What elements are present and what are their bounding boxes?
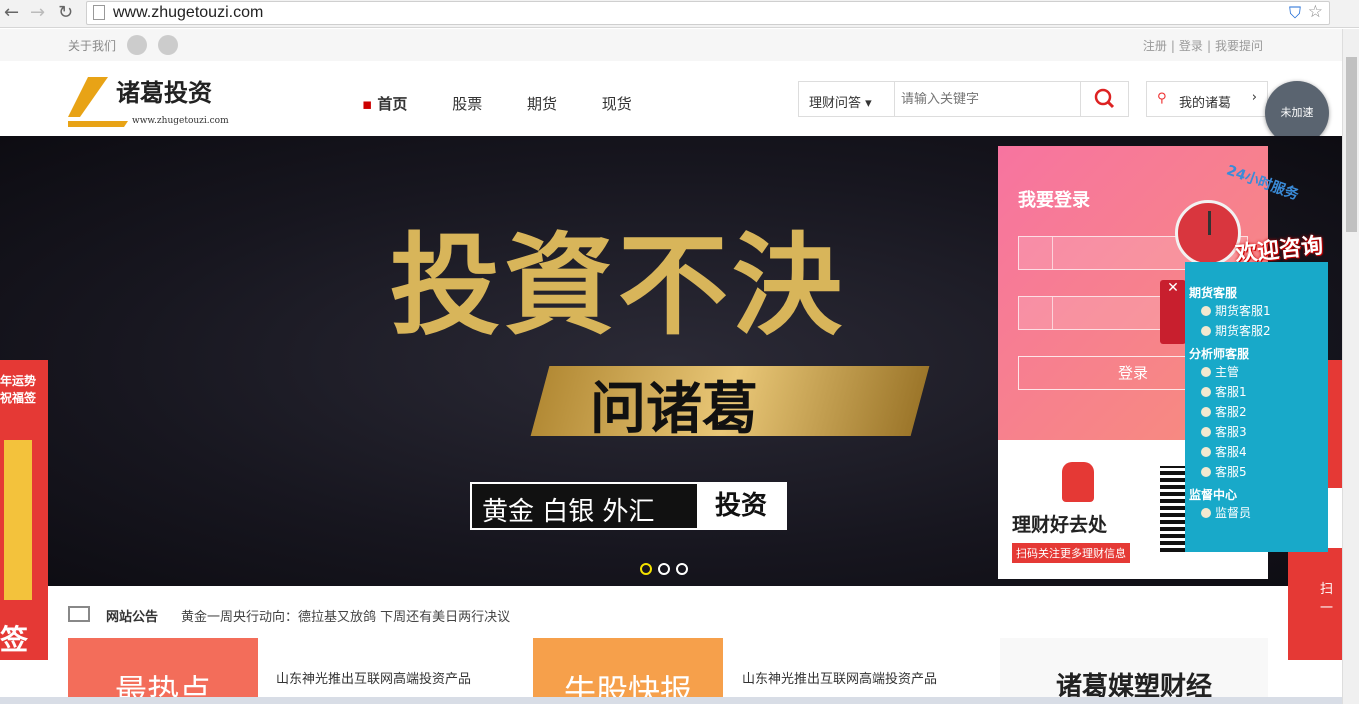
banner-tag-box: 黄金 白银 外汇 投资 (470, 482, 787, 530)
service-item[interactable]: 客服1 (1185, 382, 1328, 402)
site-logo[interactable]: 诸葛投资 www.zhugetouzi.com (68, 69, 233, 127)
site-topbar: 关于我们 注册 | 登录 | 我要提问 (0, 29, 1342, 61)
stock-news-card[interactable]: 牛股快报 (533, 638, 723, 710)
banner-tag-highlight: 投资 (697, 484, 785, 528)
baidu-close-icon[interactable]: ✕ (1160, 280, 1186, 344)
forward-icon[interactable]: → (30, 2, 45, 23)
nav-spot[interactable]: 现货 (602, 95, 632, 113)
qr-title: 理财好去处 (1012, 514, 1108, 536)
service-item[interactable]: 期货客服2 (1185, 321, 1328, 341)
login-title: 我要登录 (1018, 190, 1090, 211)
left-ad-line2: 祝福签 (0, 391, 37, 405)
left-ad-bottom: 签 (0, 623, 29, 656)
service-group-title: 期货客服 (1189, 286, 1238, 300)
service-item[interactable]: 主管 (1185, 362, 1328, 382)
user-icon (1019, 237, 1053, 269)
person-icon (1201, 367, 1211, 377)
person-icon (1201, 326, 1211, 336)
my-account-label: 我的诸葛 (1179, 96, 1232, 111)
account-links: 注册 | 登录 | 我要提问 (1142, 39, 1263, 53)
service-item[interactable]: 期货客服1 (1185, 301, 1328, 321)
notice-label: 网站公告 (106, 610, 159, 625)
left-ad-line1: 年运势 (0, 374, 37, 388)
person-icon (1201, 407, 1211, 417)
taskbar (0, 697, 1342, 704)
search-box: 理财问答 ▾ (798, 81, 1129, 117)
customer-service-panel: 期货客服 期货客服1 期货客服2 分析师客服 主管 客服1 客服2 客服3 客服… (1185, 262, 1328, 552)
nav-home[interactable]: ▪ 首页 (362, 95, 407, 113)
page-icon (93, 5, 105, 20)
service-item[interactable]: 客服2 (1185, 402, 1328, 422)
right-ad-text: 扫一 (1320, 582, 1334, 616)
service-group-title: 分析师客服 (1189, 347, 1250, 361)
reload-icon[interactable]: ↻ (58, 2, 73, 23)
person-icon (1201, 467, 1211, 477)
site-header: 诸葛投资 www.zhugetouzi.com ▪ 首页 股票 期货 现货 理财… (0, 61, 1342, 136)
svg-text:诸葛投资: 诸葛投资 (116, 78, 212, 107)
person-icon (1201, 306, 1211, 316)
stock-news-link[interactable]: 山东神光推出互联网高端投资产品 (742, 668, 937, 687)
person-icon (1201, 447, 1211, 457)
left-float-ad[interactable]: 年运势 祝福签 签 (0, 360, 48, 660)
service-item[interactable]: 监督员 (1185, 503, 1328, 523)
banner-tags: 黄金 白银 外汇 (482, 497, 655, 527)
chevron-right-icon: › (1251, 90, 1257, 105)
person-icon (1201, 427, 1211, 437)
clock-icon (1175, 200, 1241, 266)
user-icon: ⚲ (1157, 91, 1167, 106)
service-item[interactable]: 客服4 (1185, 442, 1328, 462)
person-icon (1201, 387, 1211, 397)
about-link[interactable]: 关于我们 (68, 37, 116, 54)
person-icon (1201, 508, 1211, 518)
nav-stocks[interactable]: 股票 (452, 95, 482, 113)
newspaper-icon (68, 606, 90, 622)
url-text: www.zhugetouzi.com (113, 4, 264, 21)
scrollbar[interactable] (1342, 29, 1359, 704)
carousel-dot[interactable] (658, 563, 670, 575)
mascot-icon (1062, 462, 1094, 502)
banner-headline: 投資不決 (390, 221, 846, 350)
back-icon[interactable]: ← (4, 2, 19, 23)
carousel-dots (640, 560, 694, 579)
lock-icon (1019, 297, 1053, 329)
search-button[interactable] (1080, 82, 1128, 116)
shield-icon[interactable]: ⛉ (1289, 3, 1301, 23)
notice-text[interactable]: 黄金一周央行动向：德拉基又放鸽 下周还有美日两行决议 (181, 606, 510, 625)
register-link[interactable]: 注册 (1143, 39, 1167, 53)
feature-cards: 最热点 山东神光推出互联网高端投资产品 牛股快报 山东神光推出互联网高端投资产品… (68, 638, 1268, 710)
nav-futures[interactable]: 期货 (527, 95, 557, 113)
media-card[interactable]: 诸葛媒塑财经 (1000, 638, 1268, 704)
search-icon (1094, 88, 1115, 109)
search-category-select[interactable]: 理财问答 ▾ (799, 82, 895, 116)
wechat-icon[interactable] (127, 35, 147, 55)
service-item[interactable]: 客服3 (1185, 422, 1328, 442)
banner-sub: 问诸葛 (590, 376, 758, 442)
service-group-title: 监督中心 (1189, 488, 1238, 502)
scrollbar-thumb[interactable] (1346, 57, 1357, 232)
browser-toolbar: ← → ↻ www.zhugetouzi.com ⛉ ☆ (0, 0, 1359, 28)
login-link[interactable]: 登录 (1179, 39, 1203, 53)
qr-subtitle: 扫码关注更多理财信息 (1012, 543, 1130, 563)
service-item[interactable]: 客服5 (1185, 462, 1328, 482)
hot-link[interactable]: 山东神光推出互联网高端投资产品 (276, 668, 471, 687)
logo-icon: 诸葛投资 www.zhugetouzi.com (68, 77, 229, 127)
main-nav: ▪ 首页 股票 期货 现货 (362, 93, 672, 114)
carousel-dot[interactable] (640, 563, 652, 575)
weibo-icon[interactable] (158, 35, 178, 55)
address-bar[interactable]: www.zhugetouzi.com ⛉ ☆ (86, 1, 1330, 25)
hot-card[interactable]: 最热点 (68, 638, 258, 710)
service-header: 24小时服务 欢迎咨询 (1175, 163, 1335, 270)
search-input[interactable] (901, 92, 1071, 107)
svg-text:www.zhugetouzi.com: www.zhugetouzi.com (132, 116, 229, 126)
carousel-dot[interactable] (676, 563, 688, 575)
star-icon[interactable]: ☆ (1308, 2, 1323, 22)
ad-gift-icon (4, 440, 32, 600)
my-account-button[interactable]: ⚲ 我的诸葛 › (1146, 81, 1268, 117)
qr-code-icon (1326, 488, 1342, 548)
ask-link[interactable]: 我要提问 (1215, 39, 1263, 53)
